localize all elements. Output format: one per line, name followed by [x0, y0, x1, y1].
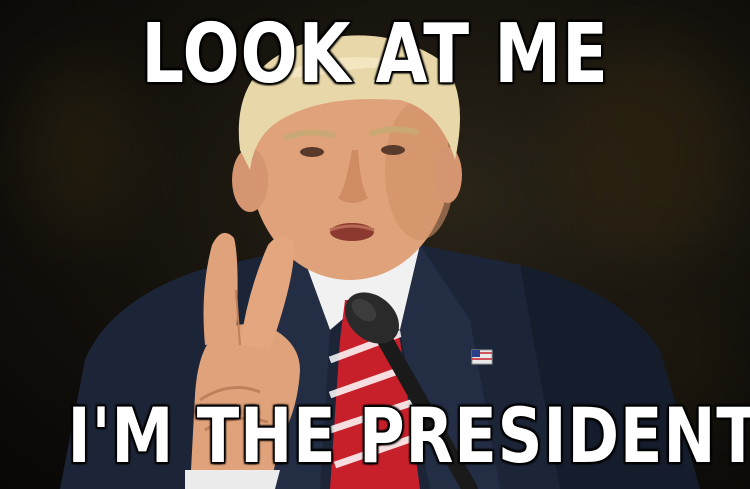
meme-image: LOOK AT ME I'M THE PRESIDENT NOW [0, 0, 750, 489]
right-ear [434, 147, 462, 203]
right-eye [381, 145, 405, 155]
index-finger [203, 232, 238, 345]
left-eye [300, 147, 324, 157]
top-caption: LOOK AT ME [140, 7, 609, 102]
bottom-caption: I'M THE PRESIDENT NOW [66, 391, 750, 480]
